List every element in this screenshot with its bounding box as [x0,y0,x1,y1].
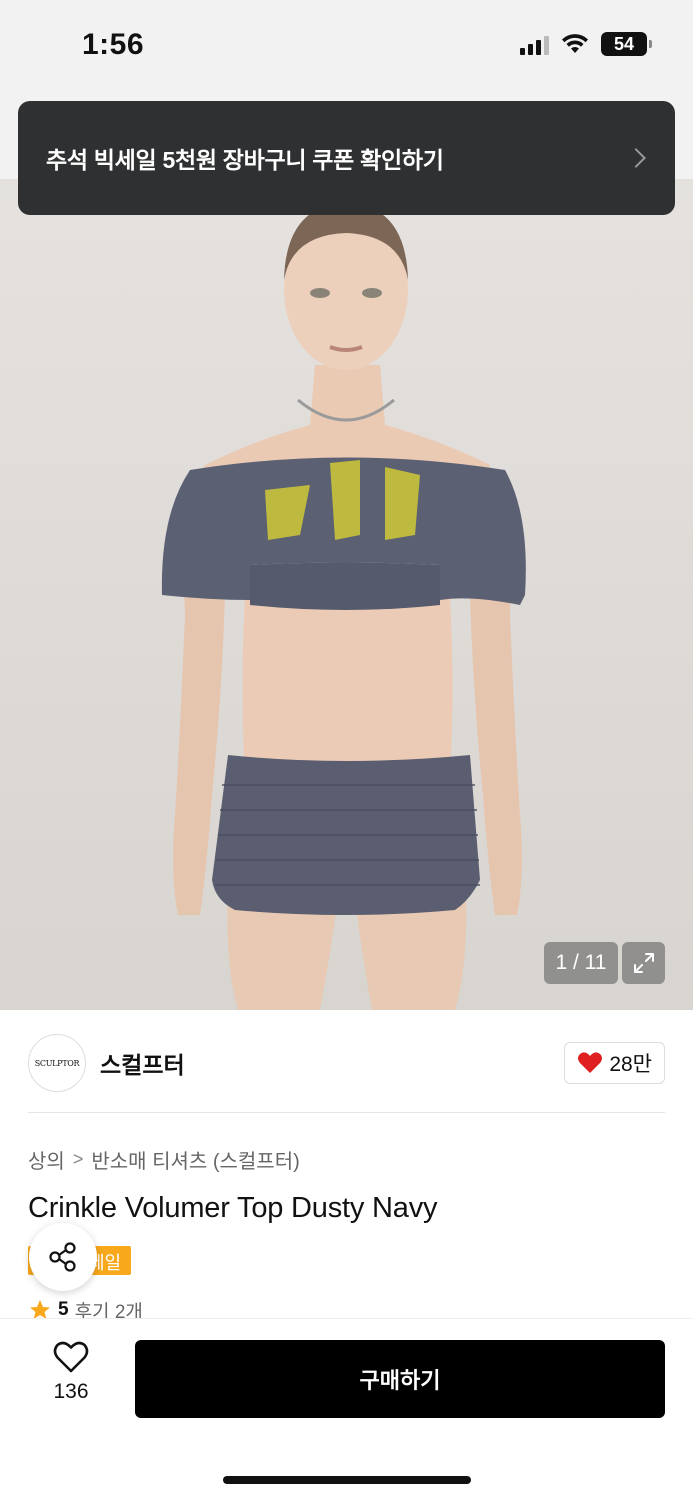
chevron-right-icon [626,148,646,168]
divider [28,1112,665,1113]
share-button[interactable] [29,1223,97,1291]
product-title: Crinkle Volumer Top Dusty Navy [28,1192,438,1224]
buy-button[interactable]: 구매하기 [135,1340,665,1418]
signal-icon [520,33,549,55]
status-time: 1:56 [82,28,145,61]
product-photo [161,203,526,1010]
rating-score: 5 [58,1300,69,1320]
breadcrumb-subcategory[interactable]: 반소매 티셔츠 (스컬프터) [91,1145,299,1174]
expand-image-button[interactable] [622,942,665,984]
promo-banner[interactable]: 추석 빅세일 5천원 장바구니 쿠폰 확인하기 [18,101,675,215]
promo-banner-text: 추석 빅세일 5천원 장바구니 쿠폰 확인하기 [46,147,444,173]
brand-like-count: 28만 [609,1053,652,1076]
wishlist-count: 136 [53,1380,89,1403]
breadcrumb-category[interactable]: 상의 [28,1145,65,1174]
rating-row[interactable]: 5 후기 2개 [28,1300,143,1320]
battery-icon: 54 [601,32,652,56]
brand-row[interactable]: SCULPTOR 스컬프터 28만 [28,1032,665,1094]
status-icons: 54 [520,32,652,56]
home-indicator[interactable] [223,1476,471,1484]
heart-filled-icon [578,1052,603,1073]
brand-name[interactable]: 스컬프터 [100,1046,185,1080]
breadcrumb: 상의 > 반소매 티셔츠 (스컬프터) [28,1145,300,1174]
status-bar: 1:56 54 [0,0,693,95]
wishlist-button[interactable]: 136 [36,1340,106,1418]
image-page-counter: 1 / 11 [544,942,618,984]
chevron-right-icon: > [72,1149,84,1169]
expand-icon [633,953,654,973]
review-count[interactable]: 후기 2개 [75,1300,143,1321]
heart-outline-icon [53,1341,89,1373]
product-image-gallery[interactable]: 1 / 11 [0,95,693,1010]
share-icon [49,1242,76,1272]
star-icon [30,1300,50,1319]
brand-logo[interactable]: SCULPTOR [28,1034,86,1092]
wifi-icon [562,34,588,53]
brand-like-button[interactable]: 28만 [564,1042,665,1084]
